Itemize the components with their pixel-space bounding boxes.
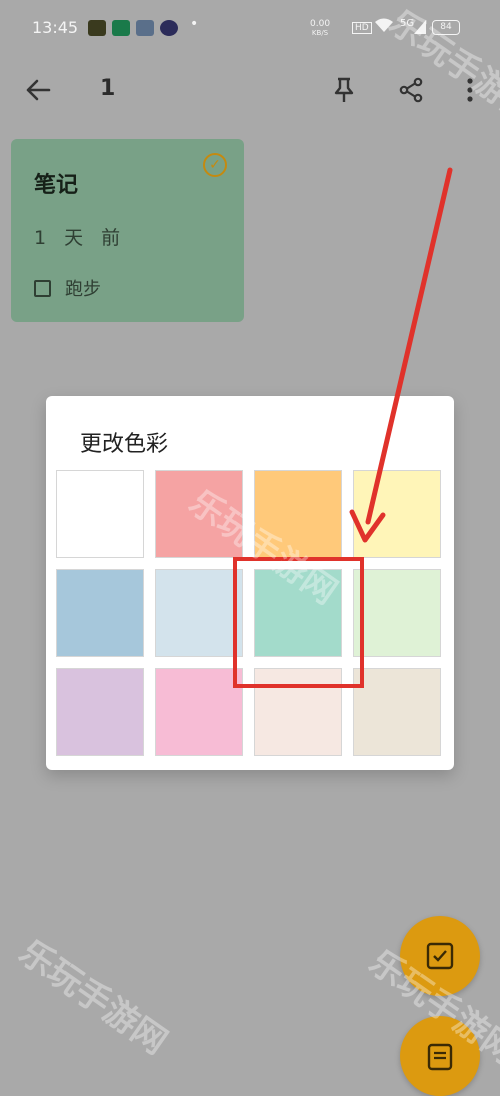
note-fab-icon — [427, 1043, 453, 1071]
